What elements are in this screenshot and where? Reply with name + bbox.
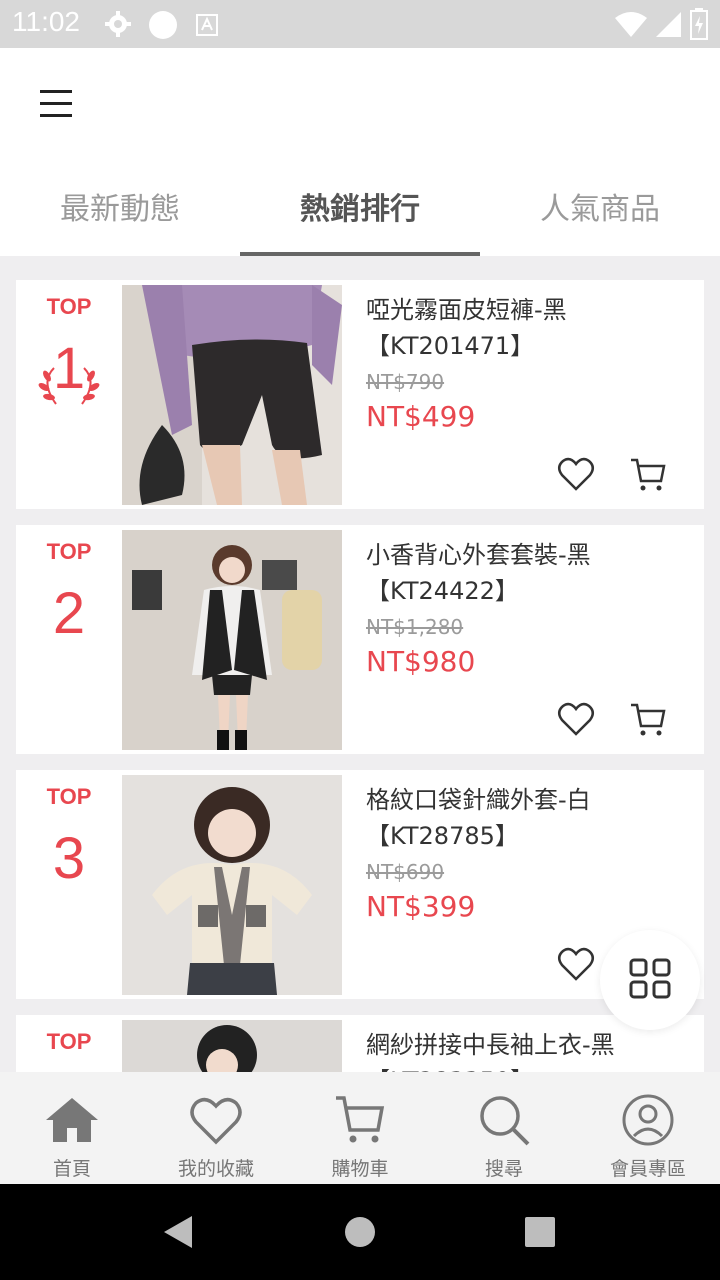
grid-icon xyxy=(629,958,671,999)
rank-number: 2 xyxy=(52,581,86,646)
rank-top-label: TOP xyxy=(46,1029,92,1054)
app-header: 最新動態 熱銷排行 人氣商品 xyxy=(0,48,720,256)
rank-top-label: TOP xyxy=(46,539,92,564)
nav-label: 首頁 xyxy=(52,1158,91,1180)
nav-label: 會員專區 xyxy=(609,1158,686,1180)
product-image[interactable] xyxy=(122,285,342,505)
product-image[interactable] xyxy=(122,1020,342,1072)
nav-favorites[interactable]: 我的收藏 xyxy=(144,1072,288,1184)
rank-badge: TOP 1 xyxy=(16,280,122,509)
cart-icon xyxy=(336,1096,385,1143)
status-bar: 11:02 xyxy=(0,0,720,48)
nav-label: 購物車 xyxy=(331,1158,389,1180)
product-name[interactable]: 格紋口袋針織外套-白 xyxy=(366,780,591,815)
product-code: 【KT24422】 xyxy=(366,577,519,605)
tab-best-sellers[interactable]: 熱銷排行 xyxy=(240,168,480,256)
heart-icon[interactable] xyxy=(556,455,596,495)
bottom-navigation: 首頁 我的收藏 購物車 搜尋 會員專區 xyxy=(0,1072,720,1184)
product-image[interactable] xyxy=(122,775,342,995)
sale-price: NT$980 xyxy=(366,645,476,678)
nav-member[interactable]: 會員專區 xyxy=(576,1072,720,1184)
add-to-cart-icon[interactable] xyxy=(628,700,668,740)
signal-icon xyxy=(656,12,681,37)
laurel-icon xyxy=(38,367,100,405)
product-name[interactable]: 網紗拼接中長袖上衣-黑 xyxy=(366,1025,615,1060)
rank-number: 3 xyxy=(52,826,86,891)
product-name[interactable]: 啞光霧面皮短褲-黑 xyxy=(366,290,567,325)
menu-icon-line xyxy=(40,102,72,105)
user-icon xyxy=(622,1094,674,1146)
rank-badge: TOP 2 xyxy=(16,525,122,754)
tab-popular[interactable]: 人氣商品 xyxy=(480,168,720,256)
sale-price: NT$399 xyxy=(366,890,476,923)
rank-badge: TOP xyxy=(16,1015,122,1072)
battery-icon xyxy=(690,8,708,40)
heart-icon xyxy=(190,1097,242,1145)
product-card[interactable]: TOP 2 小香背心外套套裝-黑 【KT24422】 NT$1,280 NT$9… xyxy=(16,525,704,754)
system-navigation-bar xyxy=(0,1184,720,1280)
nav-search[interactable]: 搜尋 xyxy=(432,1072,576,1184)
wifi-icon xyxy=(615,12,647,37)
product-code: 【KT283350】 xyxy=(366,1061,534,1072)
heart-icon[interactable] xyxy=(556,945,596,985)
original-price: NT$790 xyxy=(366,370,445,394)
rank-badge: TOP 3 xyxy=(16,770,122,999)
menu-icon-line xyxy=(40,90,72,93)
rank-top-label: TOP xyxy=(46,294,92,319)
menu-button[interactable] xyxy=(30,84,82,124)
nav-cart[interactable]: 購物車 xyxy=(288,1072,432,1184)
menu-icon-line xyxy=(40,114,72,117)
settings-icon xyxy=(105,11,131,37)
product-image[interactable] xyxy=(122,530,342,750)
home-icon xyxy=(46,1098,98,1142)
category-tabs: 最新動態 熱銷排行 人氣商品 xyxy=(0,168,720,256)
original-price: NT$690 xyxy=(366,860,445,884)
heart-icon[interactable] xyxy=(556,700,596,740)
nav-home[interactable]: 首頁 xyxy=(0,1072,144,1184)
tab-latest[interactable]: 最新動態 xyxy=(0,168,240,256)
text-notification-icon xyxy=(196,14,218,36)
product-name[interactable]: 小香背心外套套裝-黑 xyxy=(366,535,591,570)
grid-view-button[interactable] xyxy=(600,930,700,1030)
nav-label: 我的收藏 xyxy=(177,1158,254,1180)
status-time: 11:02 xyxy=(12,6,80,37)
product-code: 【KT28785】 xyxy=(366,822,519,850)
home-button-icon[interactable] xyxy=(344,1216,376,1248)
sale-price: NT$499 xyxy=(366,400,476,433)
product-card[interactable]: TOP 1 啞光霧面皮短褲-黑 【KT201471】 NT$790 NT$499 xyxy=(16,280,704,509)
back-icon[interactable] xyxy=(162,1214,194,1250)
rank-top-label: TOP xyxy=(46,784,92,809)
search-icon xyxy=(480,1096,530,1146)
add-to-cart-icon[interactable] xyxy=(628,455,668,495)
circle-status-icon xyxy=(149,11,177,39)
nav-label: 搜尋 xyxy=(484,1158,523,1180)
recents-icon[interactable] xyxy=(525,1217,555,1247)
product-code: 【KT201471】 xyxy=(366,332,535,360)
original-price: NT$1,280 xyxy=(366,615,464,639)
